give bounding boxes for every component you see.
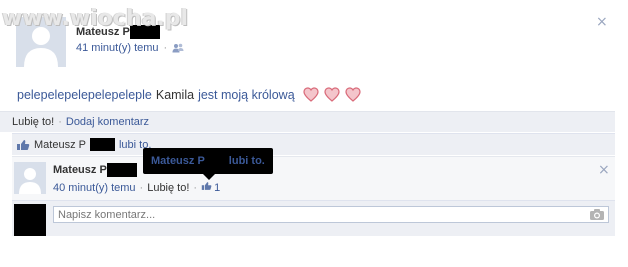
thumbs-up-icon [16,139,30,151]
message-name: Kamila [155,87,195,102]
comment-meta-separator: · [139,181,144,194]
close-icon[interactable]: × [596,14,608,30]
message-link-2[interactable]: jest moją królową [198,88,295,102]
comment-close-icon[interactable]: × [598,162,610,178]
comment-like-button[interactable]: Lubię to! [147,182,189,194]
add-comment-link[interactable]: Dodaj komentarz [66,116,149,128]
friends-privacy-icon[interactable] [172,43,184,53]
comment-input-placeholder: Napisz komentarz... [58,208,156,221]
like-button[interactable]: Lubię to! [12,116,54,128]
censor-bar [106,163,137,177]
meta-separator: · [163,42,168,54]
default-avatar-icon [14,162,46,194]
comment-timestamp[interactable]: 40 minut(y) temu [53,182,136,194]
comment-meta-separator-2: · [193,181,198,194]
actions-separator: · [58,116,62,128]
comment-author-avatar[interactable] [14,162,46,194]
post-actions-bar: Lubię to! · Dodaj komentarz [0,111,615,132]
current-user-avatar [14,204,46,236]
tooltip-action: lubi to. [228,155,265,167]
comment-author[interactable]: Mateusz P [53,163,137,177]
message-link[interactable]: pelepelepelepelepeleple [17,88,152,102]
tooltip-arrow [203,174,215,180]
comment-like-count[interactable]: 1 [201,181,220,194]
comment-author-name[interactable]: Mateusz P [53,164,107,176]
camera-icon[interactable] [589,208,605,221]
hearts-group [303,87,361,102]
comment-input[interactable]: Napisz komentarz... [53,206,609,223]
heart-icon [324,87,340,102]
comment-like-count-number: 1 [214,181,221,194]
likes-summary-row: Mateusz P lubi to. [12,133,615,155]
wiocha-watermark: www.wiocha.pl [2,6,189,31]
post-meta: 41 minut(y) temu · [76,42,184,54]
comment-meta: 40 minut(y) temu · Lubię to! · 1 [53,181,220,194]
liker-name[interactable]: Mateusz P [34,139,86,151]
censor-bar [89,138,115,151]
post-message: pelepelepelepelepeleple Kamila jest moją… [17,87,361,102]
likes-tooltip: Mateusz P lubi to. [143,148,273,174]
write-comment-row: Napisz komentarz... [12,200,615,236]
thumbs-up-icon [201,181,212,194]
tooltip-name: Mateusz P [151,155,205,167]
heart-icon [345,87,361,102]
heart-icon [303,87,319,102]
post-timestamp[interactable]: 41 minut(y) temu [76,42,159,54]
comment-item: Mateusz P 40 minut(y) temu · Lubię to! ·… [12,156,615,200]
